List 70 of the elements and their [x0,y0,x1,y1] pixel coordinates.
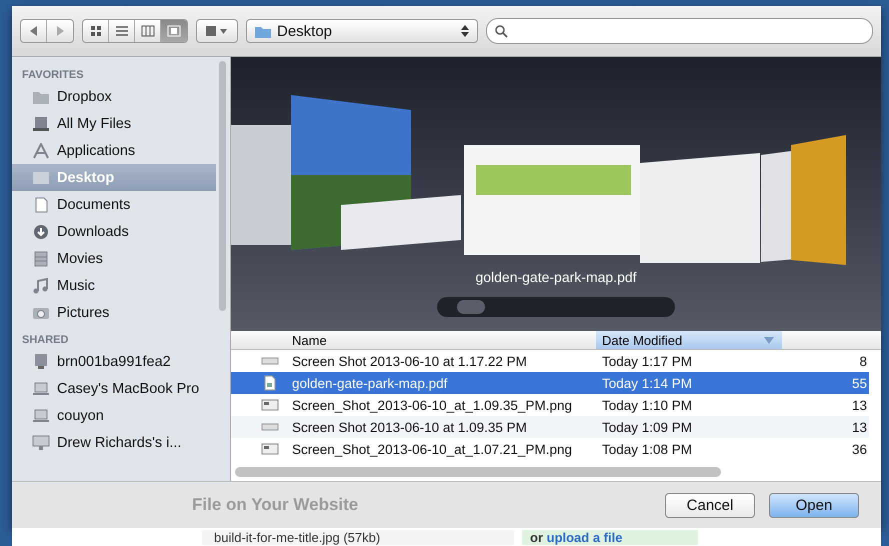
file-size: 36 [850,442,868,456]
film-icon [32,250,50,266]
file-size: 13 [850,420,868,434]
sidebar-heading: FAVORITES [21,68,85,83]
cover-flow-icon [167,25,181,37]
upload-text: or upload a file [522,530,698,544]
date-modified: Today 1:08 PM [601,442,694,456]
date-modified: Today 1:09 PM [601,420,694,434]
forward-icon [56,26,64,36]
column-header[interactable]: Date Modified [596,331,782,349]
sidebar-item[interactable]: Documents [12,191,216,218]
sidebar-item[interactable]: Music [12,272,216,299]
monitor-icon [32,434,50,450]
image-file-icon [261,441,279,457]
file-name: Screen_Shot_2013-06-10_at_1.09.35_PM.png [291,398,573,412]
folder-icon [255,24,271,38]
sidebar-item[interactable]: Applications [12,137,216,164]
arrange-button[interactable] [196,19,238,43]
file-field: build-it-for-me-title.jpg (57kb) [202,530,514,544]
sidebar-item[interactable]: Pictures [12,299,216,326]
image-file-icon [261,397,279,413]
laptop-icon [32,408,50,424]
icon-view-icon [88,25,102,37]
desktop-icon [32,170,50,186]
background-heading: File on Your Website [192,495,358,515]
column-view-icon [140,25,154,37]
file-name: Screen Shot 2013-06-10 at 1.09.35 PM [291,420,528,434]
sidebar-heading: SHARED [21,333,70,348]
drive-icon [32,116,50,132]
date-modified: Today 1:14 PM [601,376,694,390]
view-mode-button[interactable] [161,20,187,42]
cover-flow-scrollbar[interactable] [437,297,675,317]
grid-caret-icon [205,25,229,37]
download-icon [32,224,50,240]
file-row[interactable]: Screen Shot 2013-06-10 at 1.09.35 PM Today 1:09 PM 13 [231,416,869,438]
sidebar-item[interactable]: couyon [12,402,216,429]
open-button[interactable]: Open [769,492,859,518]
sidebar-item[interactable]: Dropbox [12,83,216,110]
sidebar-item[interactable]: All My Files [12,110,216,137]
sidebar-item[interactable]: Movies [12,245,216,272]
file-size: 13 [850,398,868,412]
view-mode-control[interactable] [82,19,188,43]
laptop-icon [32,380,50,396]
date-modified: Today 1:10 PM [601,398,694,412]
location-popup[interactable]: Desktop [246,19,478,43]
back-icon [30,26,38,36]
search-field[interactable] [486,18,873,44]
stepper-icon [461,25,469,37]
sort-arrow-icon [764,336,774,344]
scrollbar[interactable] [219,61,226,311]
sidebar-item[interactable]: Drew Richards's i... [12,429,216,456]
file-size: 8 [858,354,868,368]
monitor-icon [32,354,50,370]
horizontal-scrollbar[interactable] [235,467,721,477]
file-size: 55 [850,376,868,390]
music-note-icon [32,278,50,294]
file-row[interactable]: golden-gate-park-map.pdf Today 1:14 PM 55 [231,372,869,394]
sidebar-item[interactable]: Casey's MacBook Pro [12,375,216,402]
sidebar-item[interactable]: brn001ba991fea2 [12,348,216,375]
sidebar-item[interactable]: Downloads [12,218,216,245]
preview-caption: golden-gate-park-map.pdf [475,269,637,285]
back-forward-control[interactable] [20,19,74,43]
list-view-icon [114,25,128,37]
column-header[interactable]: Name [286,331,596,349]
file-name: golden-gate-park-map.pdf [291,376,448,390]
file-name: Screen_Shot_2013-06-10_at_1.07.21_PM.png [291,442,573,456]
cancel-button[interactable]: Cancel [665,492,755,518]
search-icon [495,24,508,38]
file-name: Screen Shot 2013-06-10 at 1.17.22 PM [291,354,528,368]
date-modified: Today 1:17 PM [601,354,694,368]
